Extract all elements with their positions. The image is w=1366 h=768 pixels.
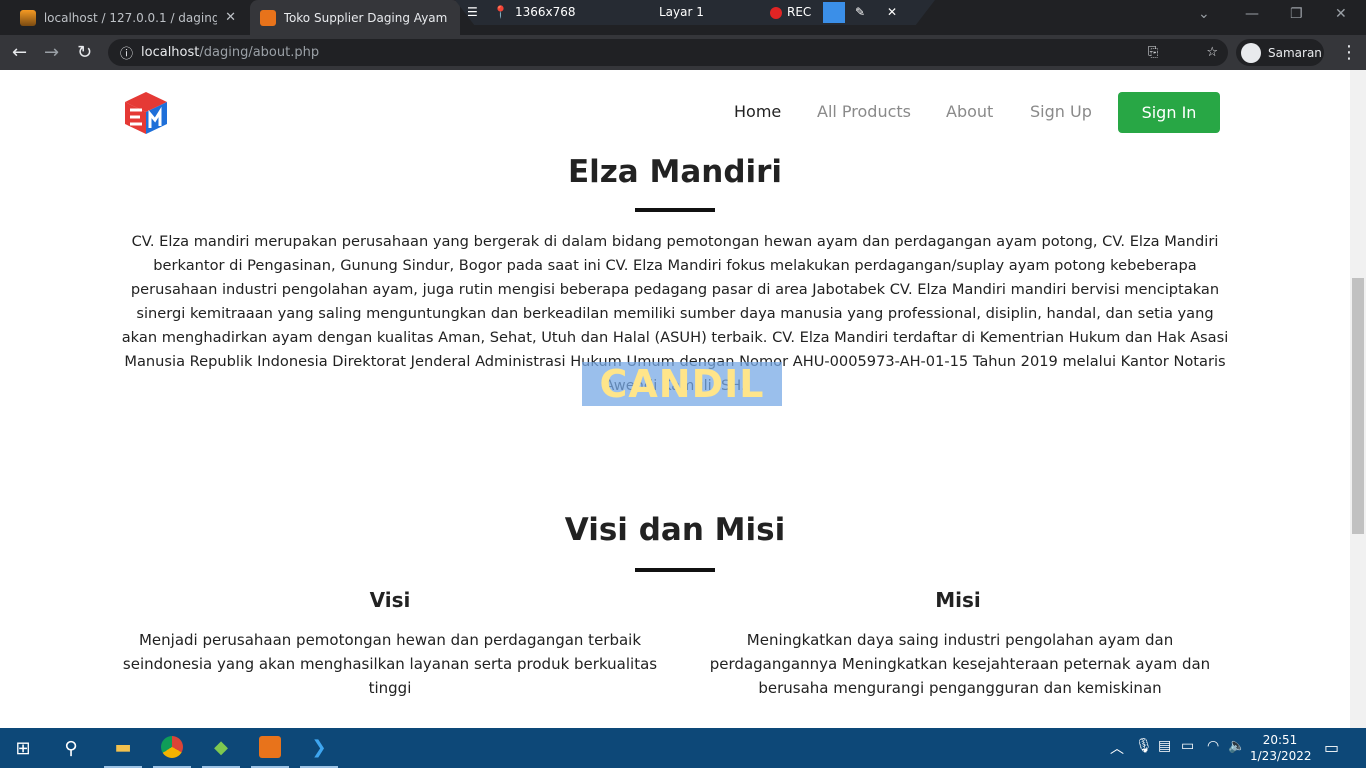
phpmyadmin-icon xyxy=(20,9,36,26)
nav-home[interactable]: Home xyxy=(734,102,781,121)
reload-icon[interactable]: ↻ xyxy=(77,42,92,63)
scrollbar[interactable] xyxy=(1350,70,1366,728)
taskbar: ⊞ ⚲ ▬ ◆ ❯ ︿ 🎙 ▤ ▭ ◠ 🔈 20:51 1/23/2022 ▭ xyxy=(0,728,1366,768)
tab-title: localhost / 127.0.0.1 / daging_onl xyxy=(43,10,218,25)
watermark: CANDIL xyxy=(582,362,782,406)
battery-icon[interactable]: ▭ xyxy=(1181,738,1194,754)
xampp-icon xyxy=(260,9,276,26)
pen-icon[interactable]: ✎ xyxy=(855,5,865,19)
url-input[interactable]: ⓘ localhost/daging/about.php ⎘ ☆ xyxy=(108,39,1228,66)
url-path: /daging/about.php xyxy=(199,45,320,60)
star-icon[interactable]: ☆ xyxy=(1206,45,1218,60)
date: 1/23/2022 xyxy=(1250,749,1312,763)
restore-icon[interactable]: ❐ xyxy=(1290,6,1303,22)
rec-button[interactable]: REC xyxy=(787,5,811,19)
tab-toko-supplier[interactable]: Toko Supplier Daging Ayam Seg xyxy=(250,0,460,35)
back-icon[interactable]: ← xyxy=(12,42,27,63)
nav-about[interactable]: About xyxy=(946,102,993,121)
scrollbar-thumb[interactable] xyxy=(1352,278,1364,534)
resolution: 1366x768 xyxy=(515,5,576,19)
browser-tab-bar: localhost / 127.0.0.1 / daging_onl ✕ Tok… xyxy=(0,0,1366,35)
windows-start-icon[interactable]: ⊞ xyxy=(4,728,42,768)
elza-mandiri-logo[interactable] xyxy=(123,90,169,136)
pin-icon[interactable]: 📍 xyxy=(493,5,508,19)
title-divider xyxy=(635,568,715,572)
page-content: Home All Products About Sign Up Sign In … xyxy=(0,70,1350,728)
visi-text: Menjadi perusahaan pemotongan hewan dan … xyxy=(122,631,658,697)
file-explorer-icon[interactable]: ▬ xyxy=(104,728,142,768)
menu-icon[interactable]: ☰ xyxy=(467,5,478,19)
nav-sign-up[interactable]: Sign Up xyxy=(1030,102,1092,121)
visi-title: Visi xyxy=(369,588,411,612)
screen-recorder-toolbar: ☰ 📍 1366x768 Layar 1 REC ✎ ✕ xyxy=(455,0,935,25)
address-bar-row: ← → ↻ ⓘ localhost/daging/about.php ⎘ ☆ S… xyxy=(0,35,1366,70)
close-tab-icon[interactable]: ✕ xyxy=(225,10,236,25)
layer-label: Layar 1 xyxy=(659,5,704,19)
sign-in-button[interactable]: Sign In xyxy=(1118,92,1220,133)
volume-icon[interactable]: 🔈 xyxy=(1228,738,1245,754)
search-icon[interactable]: ⚲ xyxy=(52,728,90,768)
notification-icon[interactable]: ▭ xyxy=(1324,738,1339,757)
incognito-icon xyxy=(1241,42,1261,63)
rec-dot-icon xyxy=(770,7,782,19)
translate-icon[interactable]: ⎘ xyxy=(1148,45,1158,60)
git-icon[interactable]: ◆ xyxy=(202,728,240,768)
tab-phpmyadmin[interactable]: localhost / 127.0.0.1 / daging_onl ✕ xyxy=(10,0,246,35)
profile-label: Samaran xyxy=(1268,45,1322,60)
chrome-icon[interactable] xyxy=(153,728,191,768)
info-icon[interactable]: ⓘ xyxy=(120,43,133,62)
kebab-menu-icon[interactable]: ⋮ xyxy=(1340,42,1358,63)
chevron-up-icon[interactable]: ︿ xyxy=(1110,738,1124,758)
minimize-icon[interactable]: — xyxy=(1245,6,1259,22)
window-close-icon[interactable]: ✕ xyxy=(1335,6,1347,22)
about-title: Elza Mandiri xyxy=(567,154,783,190)
vscode-icon[interactable]: ❯ xyxy=(300,728,338,768)
misi-text: Meningkatkan daya saing industri pengola… xyxy=(709,631,1211,697)
misi-title: Misi xyxy=(935,588,981,612)
microphone-icon[interactable]: 🎙 xyxy=(1135,738,1153,754)
url-host: localhost xyxy=(141,45,200,60)
close-icon[interactable]: ✕ xyxy=(887,5,897,19)
profile-button[interactable]: Samaran xyxy=(1236,39,1324,66)
xampp-icon[interactable] xyxy=(251,728,289,768)
settings-app-icon[interactable]: ▤ xyxy=(1158,738,1171,754)
visi-misi-title: Visi dan Misi xyxy=(564,512,786,548)
chevron-down-icon[interactable]: ⌄ xyxy=(1198,6,1210,22)
title-divider xyxy=(635,208,715,212)
tab-title: Toko Supplier Daging Ayam Seg xyxy=(283,10,450,25)
time: 20:51 xyxy=(1262,733,1298,747)
wifi-icon[interactable]: ◠ xyxy=(1207,738,1219,754)
camera-icon[interactable] xyxy=(823,2,845,23)
clock[interactable]: 20:51 1/23/2022 xyxy=(1250,732,1312,764)
nav-all-products[interactable]: All Products xyxy=(817,102,911,121)
forward-icon[interactable]: → xyxy=(44,42,59,63)
